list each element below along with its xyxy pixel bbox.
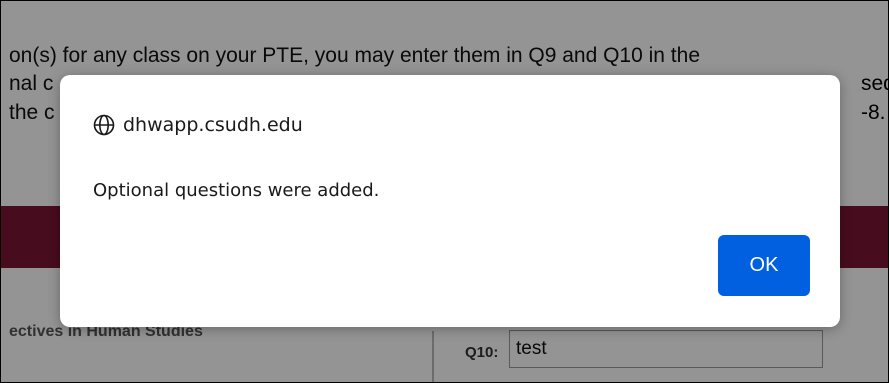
globe-icon bbox=[93, 114, 115, 136]
dialog-origin: dhwapp.csudh.edu bbox=[93, 114, 303, 136]
alert-dialog: dhwapp.csudh.edu Optional questions were… bbox=[60, 75, 840, 327]
dialog-message: Optional questions were added. bbox=[93, 180, 380, 201]
browser-page: on(s) for any class on your PTE, you may… bbox=[0, 0, 889, 383]
ok-button[interactable]: OK bbox=[718, 235, 810, 296]
dialog-origin-text: dhwapp.csudh.edu bbox=[123, 114, 303, 136]
